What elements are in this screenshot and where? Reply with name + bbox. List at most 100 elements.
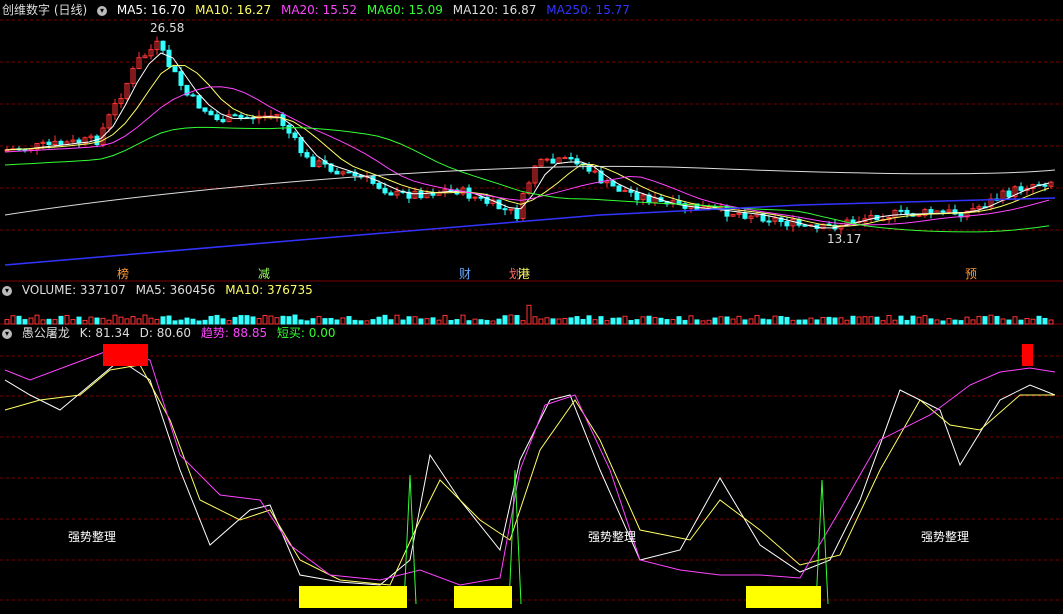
volume-bar xyxy=(682,319,688,325)
volume-bar xyxy=(982,316,988,325)
volume-bar xyxy=(280,315,286,325)
candle-body xyxy=(940,210,946,213)
event-tag[interactable]: 减 xyxy=(258,265,270,282)
volume-bar xyxy=(646,315,652,325)
settings-icon[interactable]: ▾ xyxy=(97,5,108,16)
volume-bar xyxy=(658,317,664,325)
volume-bar xyxy=(766,319,772,325)
volume-bar xyxy=(832,317,838,325)
volume-bar xyxy=(406,316,412,325)
volume-bar xyxy=(340,317,346,325)
volume-bar xyxy=(778,315,784,325)
bottom-signal-block xyxy=(454,586,512,608)
candle-body xyxy=(310,156,316,168)
volume-bar xyxy=(400,319,406,325)
candle-body xyxy=(334,170,340,175)
volume-bar xyxy=(100,317,106,325)
indicator-note: 强势整理 xyxy=(921,530,970,544)
volume-bar xyxy=(46,318,52,325)
volume-bar xyxy=(322,318,328,325)
volume-bar xyxy=(880,320,886,325)
volume-bar xyxy=(376,316,382,325)
ma250-label: MA250: 15.77 xyxy=(546,3,630,17)
candle-body xyxy=(724,205,730,217)
candle-body xyxy=(628,189,634,193)
candle-body xyxy=(202,107,208,112)
volume-bar xyxy=(562,318,568,325)
volume-bar xyxy=(496,318,502,325)
ma20-label: MA20: 15.52 xyxy=(280,3,358,17)
ma-line xyxy=(4,86,1050,226)
volume-bar xyxy=(802,319,808,325)
volume-bar xyxy=(634,319,640,325)
volume-bar xyxy=(112,314,118,325)
candle-body xyxy=(166,49,172,68)
volume-bar xyxy=(916,316,922,325)
top-signal-block xyxy=(1022,344,1033,366)
candle-body xyxy=(304,152,310,158)
chart-canvas[interactable] xyxy=(0,0,1063,614)
volume-bar xyxy=(94,317,100,325)
candle-body xyxy=(58,140,64,145)
bottom-signal-block xyxy=(299,586,407,608)
volume-bar xyxy=(292,314,298,325)
volume-bar xyxy=(88,316,94,325)
volume-settings-icon[interactable]: ▾ xyxy=(2,285,12,296)
candle-body xyxy=(172,66,178,73)
candle-body xyxy=(214,114,220,121)
volume-bar xyxy=(760,318,766,325)
candle-body xyxy=(28,148,34,151)
volume-bar xyxy=(664,319,670,325)
volume-bar xyxy=(1030,318,1036,325)
volume-bar xyxy=(904,319,910,325)
volume-bar xyxy=(106,319,112,325)
volume-bar xyxy=(790,319,796,325)
volume-bar xyxy=(274,317,280,325)
volume-bar xyxy=(616,317,622,325)
volume-bar xyxy=(166,315,172,325)
candle-body xyxy=(574,158,580,165)
volume-bar xyxy=(304,320,310,325)
event-tag[interactable]: 港 xyxy=(518,265,530,282)
volume-bar xyxy=(622,315,628,325)
candle-body xyxy=(502,208,508,211)
candle-body xyxy=(898,209,904,212)
stock-title[interactable]: 创维数字 (日线) xyxy=(2,3,87,17)
volume-bar xyxy=(4,319,10,325)
event-tag[interactable]: 财 xyxy=(459,265,471,282)
volume-bar xyxy=(970,319,976,325)
volume-bar xyxy=(568,317,574,325)
volume-bar xyxy=(922,315,928,325)
volume-bar xyxy=(952,319,958,325)
volume-bar xyxy=(370,319,376,325)
event-tag[interactable]: 预 xyxy=(965,265,977,282)
volume-bar xyxy=(70,319,76,325)
volume-bar xyxy=(772,315,778,325)
indicator-note: 强势整理 xyxy=(588,530,637,544)
candle-body xyxy=(622,189,628,192)
volume-bar xyxy=(898,315,904,325)
volume-bar xyxy=(358,320,364,325)
volume-bar xyxy=(268,315,274,325)
volume-bar xyxy=(184,317,190,325)
volume-bar xyxy=(310,318,316,325)
volume-bar xyxy=(1006,319,1012,325)
volume-bar xyxy=(478,319,484,325)
event-tag[interactable]: 榜 xyxy=(117,265,129,282)
volume-bar xyxy=(286,316,292,325)
volume-bar xyxy=(580,318,586,325)
volume-bar xyxy=(244,315,250,325)
volume-bar xyxy=(178,319,184,325)
volume-bar xyxy=(466,320,472,325)
volume-bar xyxy=(148,317,154,325)
candle-body xyxy=(376,182,382,189)
indicator-settings-icon[interactable]: ▾ xyxy=(2,328,12,339)
volume-bar xyxy=(826,316,832,325)
ma10-label: MA10: 16.27 xyxy=(195,3,272,17)
volume-bar xyxy=(1000,318,1006,325)
trend-line xyxy=(4,349,1056,586)
volume-bar xyxy=(868,316,874,325)
volume-bar xyxy=(784,316,790,325)
indicator-header: ▾ 愚公屠龙 K: 81.34 D: 80.60 趋势: 88.85 短买: 0… xyxy=(2,325,342,341)
volume-bar xyxy=(652,316,658,325)
